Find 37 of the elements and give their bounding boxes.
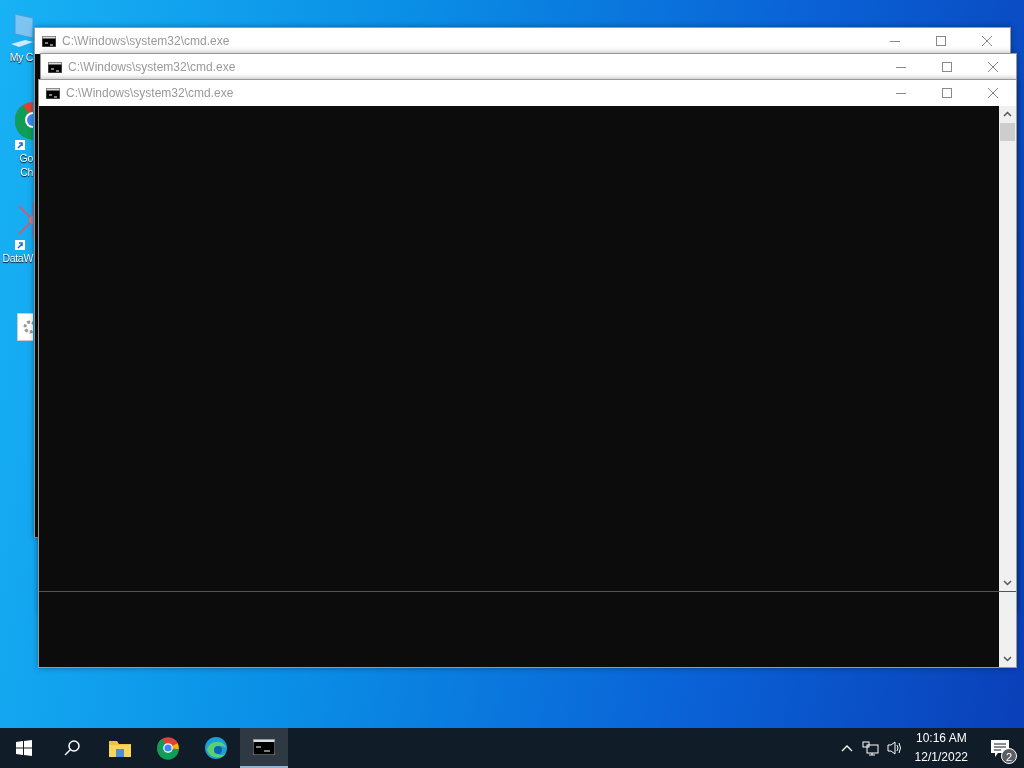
scroll-thumb[interactable] bbox=[1000, 123, 1015, 141]
clock-date: 12/1/2022 bbox=[914, 749, 968, 766]
notifications-button[interactable]: 2 bbox=[976, 728, 1024, 768]
clock[interactable]: 10:16 AM 12/1/2022 bbox=[906, 729, 976, 767]
shortcut-arrow-icon bbox=[15, 240, 25, 250]
maximize-icon bbox=[942, 88, 952, 98]
clock-time: 10:16 AM bbox=[914, 730, 968, 747]
computer-icon[interactable] bbox=[11, 14, 33, 50]
volume-icon[interactable] bbox=[886, 740, 903, 756]
folder-icon bbox=[109, 739, 131, 757]
maximize-icon bbox=[936, 36, 946, 46]
icon-label[interactable]: My C bbox=[9, 50, 33, 64]
console-app-icon bbox=[253, 739, 275, 755]
search-icon bbox=[64, 740, 80, 756]
network-icon[interactable] bbox=[862, 740, 880, 756]
gear-icon[interactable] bbox=[17, 313, 33, 341]
console-app-icon bbox=[48, 61, 62, 73]
close-icon bbox=[982, 36, 992, 46]
scrollbar[interactable] bbox=[999, 106, 1016, 591]
icon-label[interactable]: Go bbox=[19, 151, 33, 165]
icon-label[interactable]: Ch bbox=[20, 165, 33, 179]
maximize-icon bbox=[942, 62, 952, 72]
taskbar-app-button[interactable] bbox=[240, 728, 288, 768]
console-app-icon bbox=[42, 35, 56, 47]
edge-icon bbox=[204, 736, 228, 760]
scrollbar[interactable] bbox=[999, 592, 1016, 667]
close-icon bbox=[988, 88, 998, 98]
close-icon bbox=[988, 62, 998, 72]
shortcut-arrow-icon bbox=[15, 140, 25, 150]
start-icon bbox=[16, 740, 32, 756]
icon-label[interactable]: DataW bbox=[2, 251, 33, 265]
notification-count: 2 bbox=[1001, 748, 1017, 764]
window-title: C:\Windows\system32\cmd.exe bbox=[66, 85, 235, 102]
window-title: C:\Windows\system32\cmd.exe bbox=[68, 59, 237, 76]
chrome-icon bbox=[156, 736, 180, 760]
window-title: C:\Windows\system32\cmd.exe bbox=[62, 33, 231, 50]
console-app-icon bbox=[46, 87, 60, 99]
